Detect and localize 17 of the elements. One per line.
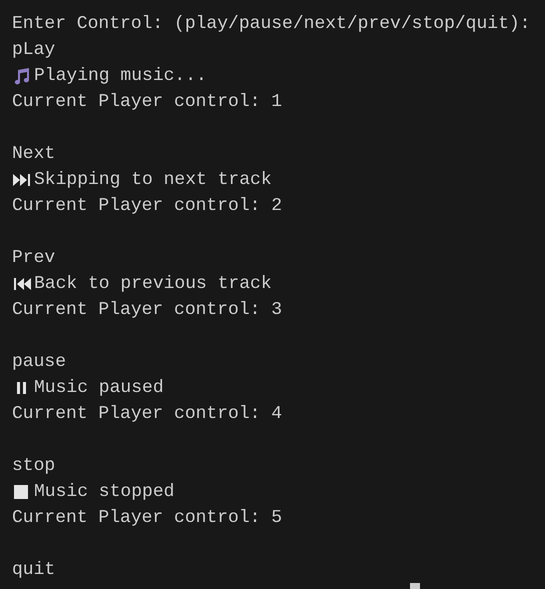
- console-line: Current Player control: 5: [12, 507, 282, 530]
- console-line: stop: [12, 455, 56, 478]
- output-text: Back to previous track: [34, 273, 272, 296]
- output-text: Skipping to next track: [34, 169, 272, 192]
- console-line: Next: [12, 143, 56, 166]
- console-line: pause: [12, 351, 66, 374]
- console-line: Current Player control: 3: [12, 299, 282, 322]
- console-line: Prev: [12, 247, 56, 270]
- console-line: Current Player control: 2: [12, 195, 282, 218]
- console-line: pLay: [12, 39, 56, 62]
- console-line: Current Player control: 4: [12, 403, 282, 426]
- prompt-text: Enter Control: (play/pause/next/prev/stop/quit):: [12, 13, 530, 36]
- output-text: Playing music...: [34, 65, 207, 88]
- console-line: quit: [12, 559, 56, 582]
- output-text: Music paused: [34, 377, 164, 400]
- output-text: Music stopped: [34, 481, 174, 504]
- console-line: Current Player control: 1: [12, 91, 282, 114]
